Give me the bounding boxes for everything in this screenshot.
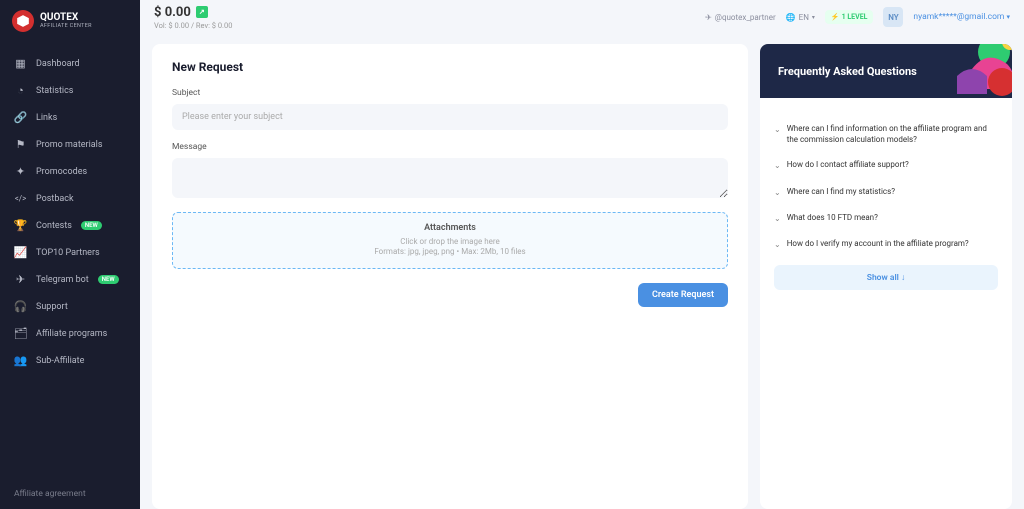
sidebar-item-promocodes[interactable]: ✦ Promocodes (0, 158, 140, 185)
promo-materials-icon: ⚑ (14, 138, 27, 151)
sidebar-item-label: Dashboard (36, 59, 80, 69)
logo[interactable]: QUOTEX AFFILIATE CENTER (0, 0, 140, 42)
chevron-down-icon: ⌄ (774, 239, 781, 250)
sidebar-item-label: Sub-Affiliate (36, 356, 84, 366)
show-all-button[interactable]: Show all ↓ (774, 265, 998, 290)
balance-value: $ 0.00 (154, 5, 191, 20)
telegram-icon: ✈ (705, 13, 712, 22)
attachments-dropzone[interactable]: Attachments Click or drop the image here… (172, 212, 728, 269)
avatar[interactable]: NY (883, 7, 903, 27)
topbar: $ 0.00 ↗ Vol: $ 0.00 / Rev: $ 0.00 ✈@quo… (140, 0, 1024, 34)
sidebar-item-affiliate-programs[interactable]: 🗂 Affiliate programs (0, 320, 140, 347)
subject-label: Subject (172, 88, 728, 98)
globe-icon: 🌐 (786, 13, 796, 22)
nav: ▦ Dashboard ◔ Statistics 🔗 Links ⚑ Promo mat… (0, 42, 140, 479)
card-title: New Request (172, 60, 728, 74)
sidebar-item-label: Promo materials (36, 140, 103, 150)
sidebar-item-dashboard[interactable]: ▦ Dashboard (0, 50, 140, 77)
faq-item[interactable]: ⌄How do I verify my account in the affil… (774, 231, 998, 257)
balance: $ 0.00 ↗ (154, 5, 232, 20)
faq-item[interactable]: ⌄Where can I find information on the aff… (774, 116, 998, 152)
dashboard-icon: ▦ (14, 57, 27, 70)
content: New Request Subject Message Attachments … (140, 34, 1024, 509)
faq-item[interactable]: ⌄How do I contact affiliate support? (774, 152, 998, 178)
balance-sub: Vol: $ 0.00 / Rev: $ 0.00 (154, 21, 232, 30)
chevron-down-icon: ▾ (1006, 13, 1010, 21)
faq-decoration (932, 44, 1012, 98)
new-badge: NEW (98, 275, 119, 284)
faq-item[interactable]: ⌄Where can I find my statistics? (774, 179, 998, 205)
sidebar-item-postback[interactable]: </> Postback (0, 185, 140, 212)
affiliate-agreement-link[interactable]: Affiliate agreement (0, 479, 140, 509)
balance-trend-icon: ↗ (196, 6, 208, 18)
sidebar-item-links[interactable]: 🔗 Links (0, 104, 140, 131)
sidebar-item-statistics[interactable]: ◔ Statistics (0, 77, 140, 104)
sidebar-item-sub-affiliate[interactable]: 👥 Sub-Affiliate (0, 347, 140, 374)
message-textarea[interactable] (172, 158, 728, 198)
main: $ 0.00 ↗ Vol: $ 0.00 / Rev: $ 0.00 ✈@quo… (140, 0, 1024, 509)
sidebar-item-label: Support (36, 302, 68, 312)
message-label: Message (172, 142, 728, 152)
bolt-icon: ⚡ (831, 13, 840, 21)
faq-item[interactable]: ⌄What does 10 FTD mean? (774, 205, 998, 231)
chevron-down-icon: ⌄ (774, 187, 781, 198)
chevron-down-icon: ⌄ (774, 213, 781, 224)
top10-icon: 📈 (14, 246, 27, 259)
faq-title: Frequently Asked Questions (778, 65, 917, 78)
attachments-formats: Formats: jpg, jpeg, png • Max: 2Mb, 10 f… (183, 247, 717, 257)
telegram-link[interactable]: ✈@quotex_partner (705, 13, 776, 22)
promocodes-icon: ✦ (14, 165, 27, 178)
language-selector[interactable]: 🌐EN▾ (786, 13, 815, 22)
support-icon: 🎧 (14, 300, 27, 313)
sidebar-item-label: Statistics (36, 86, 73, 96)
sidebar-item-support[interactable]: 🎧 Support (0, 293, 140, 320)
create-request-button[interactable]: Create Request (638, 283, 728, 307)
user-menu[interactable]: nyamk*****@gmail.com ▾ (913, 12, 1010, 22)
new-badge: NEW (81, 221, 102, 230)
sidebar-item-label: Affiliate programs (36, 329, 107, 339)
sidebar-item-label: Links (36, 113, 57, 123)
statistics-icon: ◔ (14, 84, 27, 97)
logo-icon (12, 10, 34, 32)
sidebar-item-label: Contests (36, 221, 72, 231)
sidebar-item-label: TOP10 Partners (36, 248, 100, 258)
sidebar: QUOTEX AFFILIATE CENTER ▦ Dashboard ◔ Stat… (0, 0, 140, 509)
links-icon: 🔗 (14, 111, 27, 124)
brand-sub: AFFILIATE CENTER (40, 23, 92, 29)
sidebar-item-label: Telegram bot (36, 275, 89, 285)
sub-affiliate-icon: 👥 (14, 354, 27, 367)
faq-header: Frequently Asked Questions (760, 44, 1012, 98)
subject-input[interactable] (172, 104, 728, 130)
sidebar-item-label: Promocodes (36, 167, 87, 177)
postback-icon: </> (14, 192, 27, 205)
sidebar-item-top10[interactable]: 📈 TOP10 Partners (0, 239, 140, 266)
contests-icon: 🏆 (14, 219, 27, 232)
chevron-down-icon: ⌄ (774, 124, 781, 145)
chevron-down-icon: ▾ (812, 14, 815, 21)
sidebar-item-contests[interactable]: 🏆 Contests NEW (0, 212, 140, 239)
sidebar-item-label: Postback (36, 194, 74, 204)
attachments-hint: Click or drop the image here (183, 237, 717, 247)
affiliate-programs-icon: 🗂 (14, 327, 27, 340)
chevron-down-icon: ⌄ (774, 160, 781, 171)
faq-card: Frequently Asked Questions ⌄Where can I … (760, 44, 1012, 509)
sidebar-item-promo-materials[interactable]: ⚑ Promo materials (0, 131, 140, 158)
attachments-title: Attachments (183, 223, 717, 233)
faq-body: ⌄Where can I find information on the aff… (760, 98, 1012, 509)
brand-name: QUOTEX (40, 13, 92, 23)
sidebar-item-telegram-bot[interactable]: ✈ Telegram bot NEW (0, 266, 140, 293)
level-badge[interactable]: ⚡1 LEVEL (825, 10, 874, 24)
new-request-card: New Request Subject Message Attachments … (152, 44, 748, 509)
telegram-bot-icon: ✈ (14, 273, 27, 286)
